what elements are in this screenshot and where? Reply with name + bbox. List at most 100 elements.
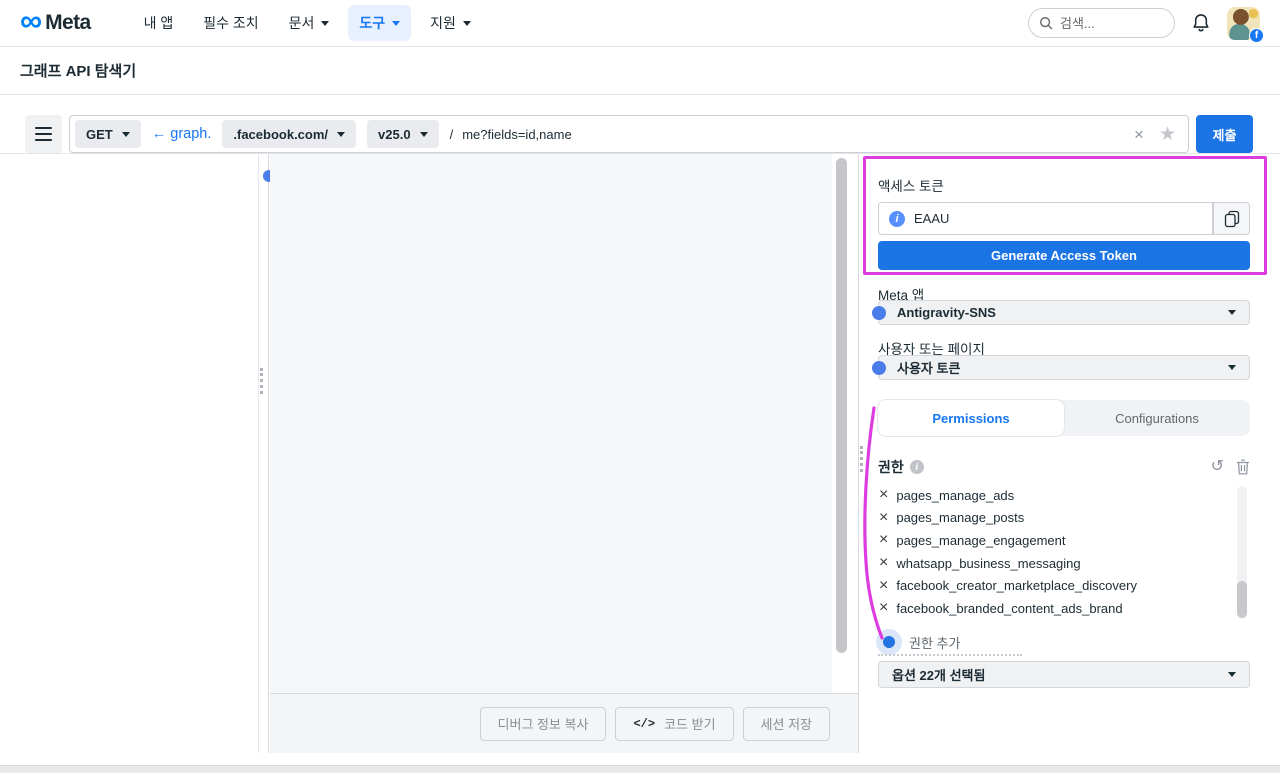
save-session-button[interactable]: 세션 저장 [742, 706, 830, 741]
chevron-down-icon [321, 20, 330, 26]
tab-permissions[interactable]: Permissions [878, 400, 1064, 436]
path-value: me?fields=id,name [462, 126, 572, 142]
info-icon: i [909, 460, 924, 474]
path-field[interactable]: / me?fields=id,name [450, 127, 572, 142]
request-bar: GET ← graph. .facebook.com/ v25.0 / me?f… [25, 115, 1253, 153]
get-code-label: 코드 받기 [664, 717, 716, 732]
left-panel-divider [258, 154, 259, 753]
permission-row: × whatsapp_business_messaging [879, 552, 1229, 575]
canvas-scrollbar[interactable] [836, 158, 847, 653]
meta-app-select[interactable]: Antigravity-SNS [872, 300, 1250, 325]
permissions-title: 권한 [878, 459, 904, 475]
generate-access-token-button[interactable]: Generate Access Token [878, 241, 1250, 270]
permissions-tools: ↺ [1211, 459, 1250, 475]
request-url-container: GET ← graph. .facebook.com/ v25.0 / me?f… [69, 115, 1189, 153]
facebook-badge-icon: f [1249, 27, 1264, 43]
host-dropdown[interactable]: .facebook.com/ [222, 120, 357, 148]
options-select[interactable]: 옵션 22개 선택됨 [878, 661, 1250, 688]
nav-item-support[interactable]: 지원 [419, 5, 482, 41]
remove-permission-icon[interactable]: × [879, 509, 888, 526]
get-code-button[interactable]: </> 코드 받기 [615, 706, 734, 741]
permission-name: facebook_branded_content_ads_brand [896, 600, 1123, 616]
method-dropdown[interactable]: GET [75, 120, 141, 148]
clear-permissions-button[interactable] [1236, 459, 1250, 475]
path-separator: / [449, 126, 454, 142]
title-bar: 그래프 API 탐색기 [0, 47, 1280, 95]
bottom-page-strip [0, 765, 1280, 773]
chevron-down-icon [337, 131, 346, 137]
access-token-input[interactable] [914, 211, 1202, 226]
avatar[interactable]: f [1227, 6, 1264, 43]
chevron-down-icon [419, 131, 428, 137]
permission-name: pages_manage_engagement [896, 532, 1066, 548]
nav-item-label: 지원 [430, 15, 456, 31]
permission-name: whatsapp_business_messaging [896, 555, 1081, 571]
menu-button[interactable] [25, 115, 62, 153]
version-label: v25.0 [378, 126, 411, 142]
permissions-scrollbar[interactable] [1237, 581, 1247, 618]
star-icon[interactable]: ★ [1159, 125, 1176, 144]
graph-api-explorer-screen: ∞ Meta 내 앱 필수 조치 문서 도구 지원 f [0, 0, 1280, 773]
search-box[interactable] [1028, 8, 1175, 38]
undo-icon[interactable]: ↺ [1211, 459, 1224, 475]
copy-token-button[interactable] [1213, 202, 1250, 235]
add-permission-halo [876, 629, 902, 655]
chevron-down-icon [462, 20, 471, 26]
copy-debug-button[interactable]: 디버그 정보 복사 [479, 706, 607, 741]
token-tabs: Permissions Configurations [878, 400, 1250, 436]
notifications-button[interactable] [1190, 12, 1212, 34]
meta-logo-text: Meta [45, 11, 91, 34]
add-permission-button[interactable]: 권한 추가 [876, 629, 960, 655]
access-token-label: 액세스 토큰 [878, 179, 944, 194]
clear-icon[interactable]: × [1134, 126, 1144, 143]
nav-item-label: 필수 조치 [203, 15, 259, 31]
left-panel-divider-2 [268, 154, 269, 753]
chevron-down-icon [1228, 365, 1236, 370]
user-or-page-select[interactable]: 사용자 토큰 [872, 355, 1250, 380]
remove-permission-icon[interactable]: × [879, 532, 888, 548]
permissions-header: 권한 i ↺ [878, 458, 1250, 476]
permission-row: × pages_manage_ads [879, 484, 1229, 507]
search-icon [1040, 17, 1053, 30]
remove-permission-icon[interactable]: × [879, 555, 888, 571]
token-dot-icon [872, 360, 886, 375]
user-or-page-value: 사용자 토큰 [897, 361, 961, 376]
meta-logo[interactable]: ∞ Meta [20, 5, 91, 36]
tab-configurations[interactable]: Configurations [1064, 400, 1250, 436]
remove-permission-icon[interactable]: × [879, 577, 888, 594]
page-title: 그래프 API 탐색기 [20, 63, 137, 80]
bell-icon [1193, 14, 1209, 32]
blue-dot-icon [883, 636, 895, 648]
permission-name: pages_manage_ads [896, 487, 1015, 503]
copy-icon [1224, 210, 1239, 227]
version-dropdown[interactable]: v25.0 [367, 120, 439, 148]
meta-app-value: Antigravity-SNS [897, 305, 996, 320]
left-resize-handle[interactable] [260, 368, 263, 394]
trash-icon [1237, 459, 1249, 475]
nav-item-label: 도구 [359, 15, 386, 31]
nav-items: 내 앱 필수 조치 문서 도구 지원 [133, 5, 482, 41]
permissions-list: × pages_manage_ads × pages_manage_posts … [879, 484, 1229, 620]
permission-row: × facebook_branded_content_ads_brand [879, 597, 1229, 620]
chevron-down-icon [392, 20, 401, 26]
request-bar-actions: × ★ [1134, 125, 1176, 144]
access-token-field[interactable]: i [878, 202, 1213, 235]
host-label: .facebook.com/ [233, 126, 329, 142]
app-dot-icon [872, 305, 886, 320]
nav-item-tools[interactable]: 도구 [348, 5, 412, 41]
submit-button[interactable]: 제출 [1196, 115, 1253, 153]
remove-permission-icon[interactable]: × [879, 487, 888, 503]
code-icon: </> [633, 716, 656, 731]
graph-prefix-link[interactable]: ← graph. [152, 126, 212, 142]
right-resize-handle[interactable] [860, 446, 863, 472]
permission-name: facebook_creator_marketplace_discovery [896, 578, 1137, 594]
nav-item-docs[interactable]: 문서 [278, 5, 341, 41]
remove-permission-icon[interactable]: × [879, 600, 888, 616]
permission-row: × facebook_creator_marketplace_discovery [879, 574, 1229, 597]
nav-item-required-actions[interactable]: 필수 조치 [192, 5, 269, 41]
hamburger-icon [35, 139, 52, 141]
permission-row: × pages_manage_engagement [879, 529, 1229, 552]
search-input[interactable] [1060, 15, 1160, 31]
nav-item-my-apps[interactable]: 내 앱 [133, 5, 185, 41]
nav-right: f [1028, 6, 1264, 43]
